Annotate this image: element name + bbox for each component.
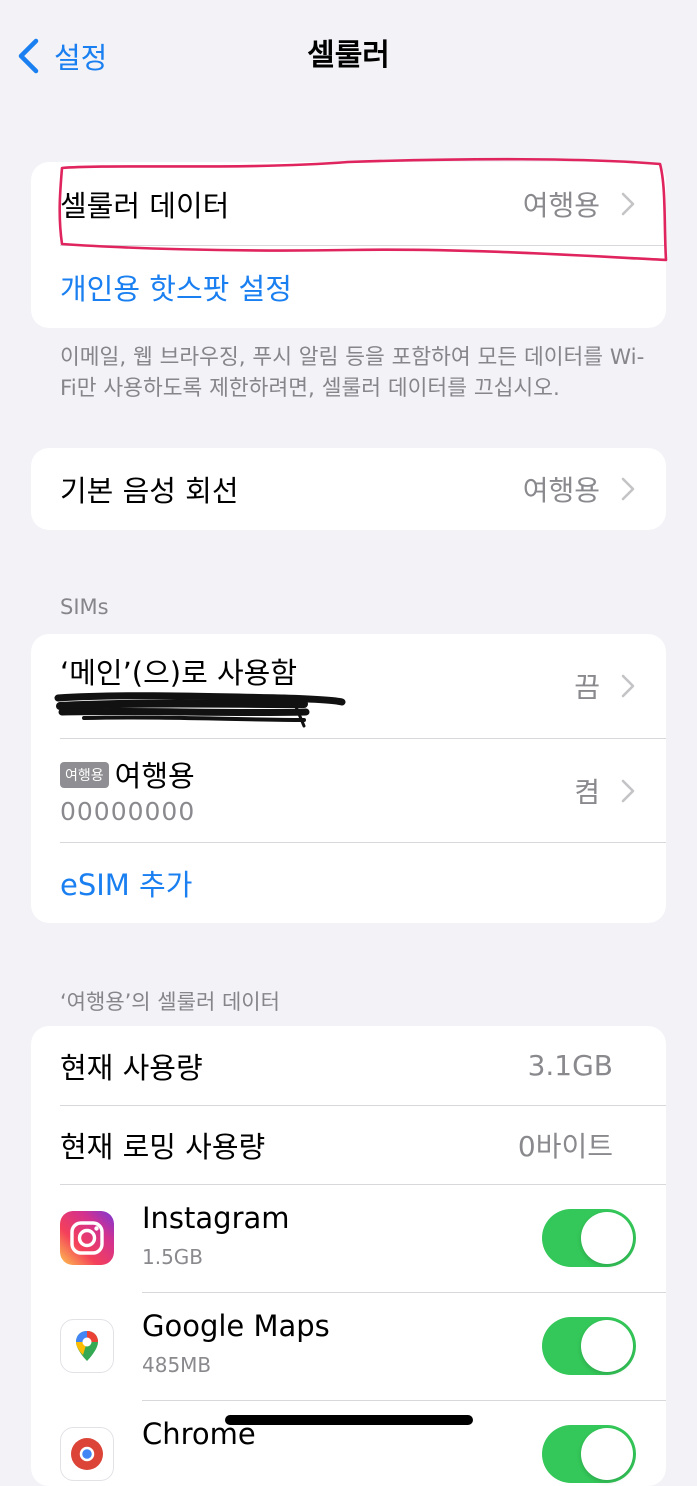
cellular-data-row[interactable]: 셀룰러 데이터 여행용 bbox=[31, 162, 666, 245]
chevron-right-icon bbox=[621, 779, 635, 802]
app-data-size: 485MB bbox=[142, 1353, 212, 1377]
app-row-chrome: Chrome bbox=[31, 1401, 666, 1486]
instagram-icon bbox=[60, 1211, 114, 1265]
current-usage-label: 현재 사용량 bbox=[60, 1050, 203, 1085]
cellular-data-footnote: 이메일, 웹 브라우징, 푸시 알림 등을 포함하여 모든 데이터를 Wi-Fi… bbox=[60, 345, 645, 401]
sim-travel-title: 여행용 여행용 bbox=[60, 753, 195, 795]
hotspot-settings-link[interactable]: 개인용 핫스팟 설정 bbox=[60, 266, 292, 308]
usage-section-header: ‘여행용’의 셀룰러 데이터 bbox=[60, 990, 280, 1014]
roaming-usage-row: 현재 로밍 사용량 0바이트 bbox=[31, 1106, 666, 1184]
app-row-google-maps: Google Maps 485MB bbox=[31, 1293, 666, 1400]
cellular-data-label: 셀룰러 데이터 bbox=[60, 188, 230, 223]
nav-bar: 설정 셀룰러 bbox=[0, 0, 697, 110]
page-title: 셀룰러 bbox=[307, 38, 390, 73]
chrome-icon bbox=[60, 1427, 114, 1481]
default-voice-line-row[interactable]: 기본 음성 회선 여행용 bbox=[31, 448, 666, 530]
instagram-cellular-toggle[interactable] bbox=[542, 1209, 636, 1267]
app-name: Google Maps bbox=[142, 1309, 330, 1343]
add-esim-link[interactable]: eSIM 추가 bbox=[60, 862, 192, 904]
current-usage-value: 3.1GB bbox=[527, 1049, 613, 1082]
app-name: Instagram bbox=[142, 1201, 290, 1235]
hotspot-settings-row[interactable]: 개인용 핫스팟 설정 bbox=[31, 246, 666, 328]
google-maps-cellular-toggle[interactable] bbox=[542, 1317, 636, 1375]
sims-section-header: SIMs bbox=[60, 595, 109, 619]
cellular-card: 셀룰러 데이터 여행용 개인용 핫스팟 설정 bbox=[31, 162, 666, 328]
current-usage-row: 현재 사용량 3.1GB bbox=[31, 1026, 666, 1105]
chevron-right-icon bbox=[621, 477, 635, 501]
roaming-usage-value: 0바이트 bbox=[517, 1130, 613, 1163]
sim-main-status: 끔 bbox=[574, 671, 600, 704]
home-indicator bbox=[225, 1415, 473, 1425]
google-maps-icon bbox=[60, 1319, 114, 1373]
app-data-size: 1.5GB bbox=[142, 1245, 204, 1269]
add-esim-row[interactable]: eSIM 추가 bbox=[31, 843, 666, 923]
sim-travel-status: 켬 bbox=[574, 775, 600, 809]
chrome-cellular-toggle[interactable] bbox=[542, 1425, 636, 1483]
chevron-right-icon bbox=[621, 192, 635, 215]
sim-main-label: ‘메인’(으)로 사용함 bbox=[60, 656, 298, 690]
app-row-instagram: Instagram 1.5GB bbox=[31, 1185, 666, 1291]
sim-travel-number: 00000000 bbox=[60, 797, 196, 826]
cellular-data-value: 여행용 bbox=[522, 188, 600, 222]
chevron-right-icon bbox=[621, 674, 635, 698]
roaming-usage-label: 현재 로밍 사용량 bbox=[60, 1130, 266, 1164]
sim-travel-row[interactable]: 여행용 여행용 00000000 켬 bbox=[31, 739, 666, 842]
sim-travel-badge: 여행용 bbox=[60, 762, 109, 788]
voice-line-card: 기본 음성 회선 여행용 bbox=[31, 448, 666, 530]
sim-travel-label: 여행용 bbox=[114, 759, 195, 793]
sim-main-row[interactable]: ‘메인’(으)로 사용함 끔 bbox=[31, 634, 666, 738]
default-voice-line-label: 기본 음성 회선 bbox=[60, 474, 239, 508]
default-voice-line-value: 여행용 bbox=[522, 474, 600, 507]
sims-card: ‘메인’(으)로 사용함 끔 여행용 여행용 00000000 켬 eSIM 추가 bbox=[31, 634, 666, 923]
